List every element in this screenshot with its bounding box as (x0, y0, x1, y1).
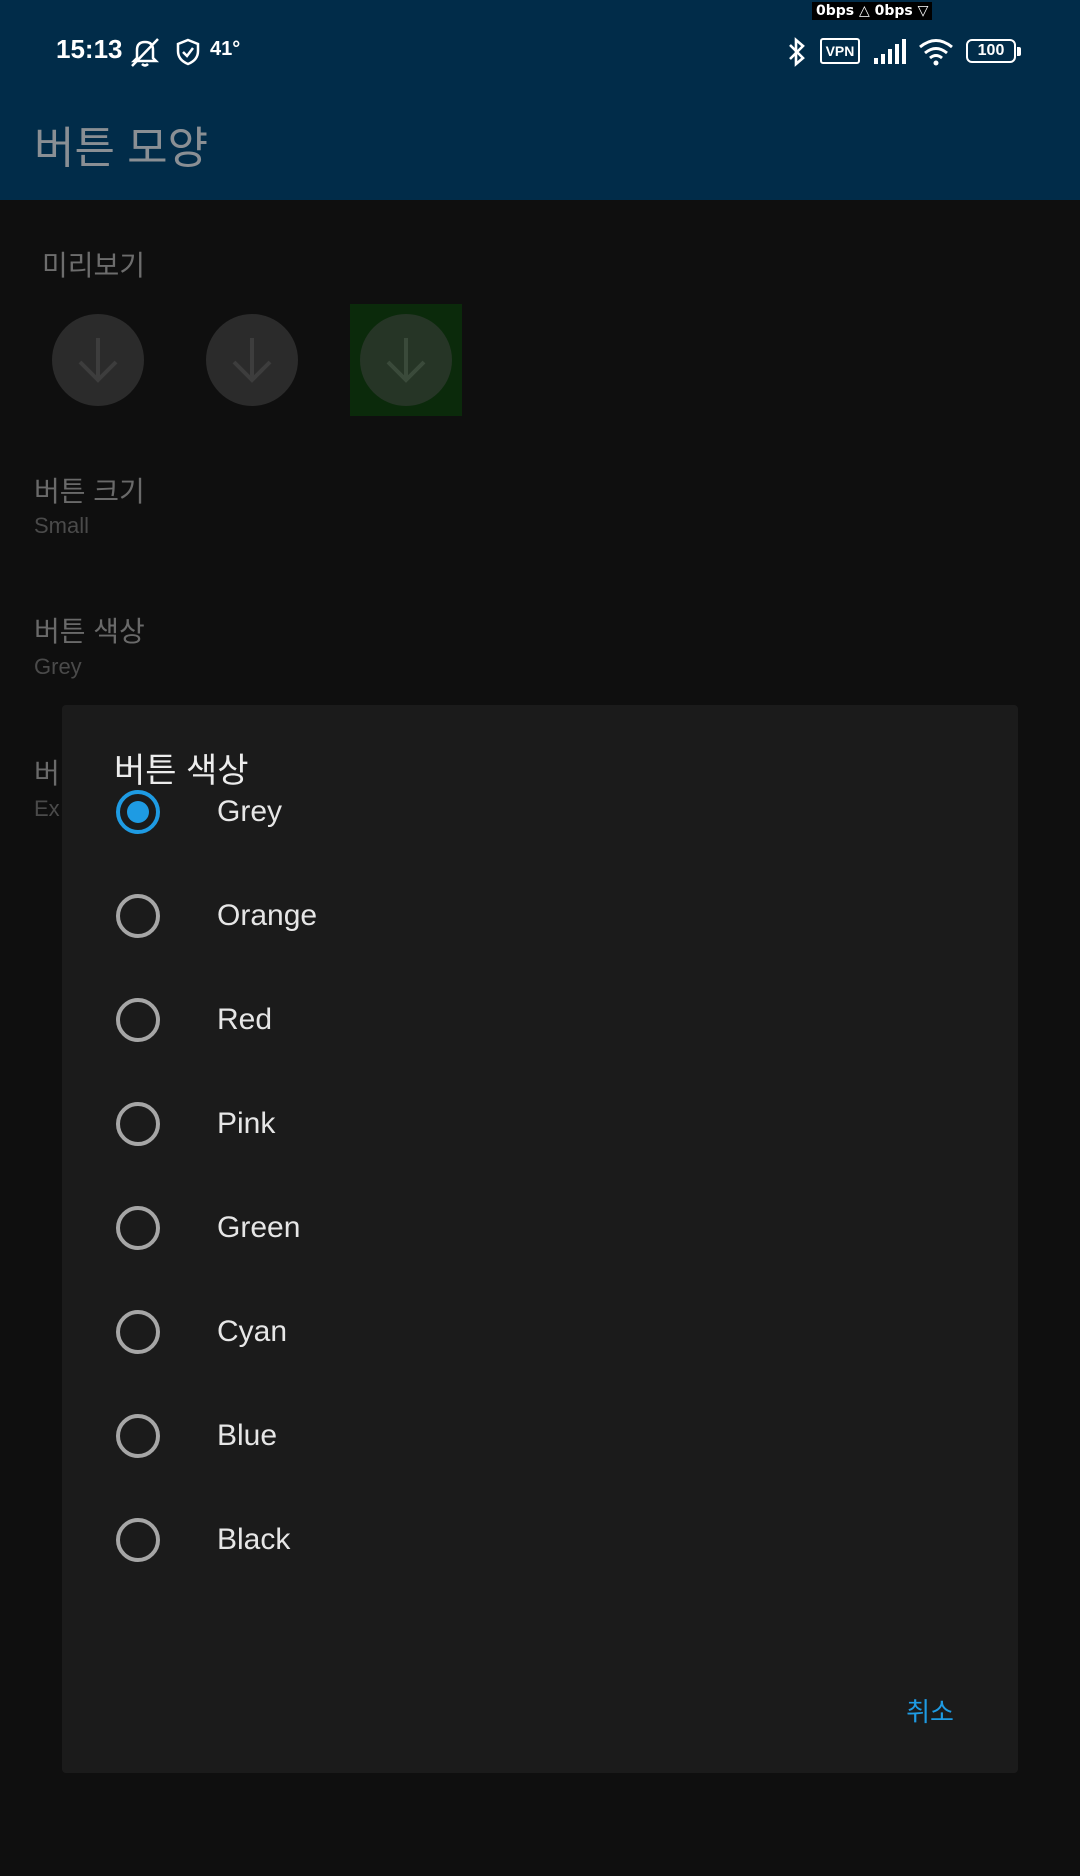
bluetooth-icon (789, 37, 805, 67)
radio-button[interactable] (116, 1414, 160, 1458)
option-cyan[interactable]: Cyan (62, 1280, 1018, 1384)
option-label: Pink (217, 1107, 276, 1140)
cancel-button[interactable]: 취소 (880, 1685, 980, 1739)
temperature: 41° (210, 38, 241, 60)
option-label: Blue (217, 1419, 278, 1452)
page-title: 버튼 모양 (34, 124, 209, 173)
radio-button[interactable] (116, 790, 160, 834)
option-label: Black (217, 1523, 291, 1556)
shield-icon (176, 38, 200, 66)
option-green[interactable]: Green (62, 1176, 1018, 1280)
cellular-signal-icon (874, 39, 906, 64)
radio-button[interactable] (116, 998, 160, 1042)
option-pink[interactable]: Pink (62, 1072, 1018, 1176)
clock: 15:13 (56, 34, 123, 64)
option-red[interactable]: Red (62, 968, 1018, 1072)
network-speed: 0bps △ 0bps ▽ (812, 2, 933, 20)
option-label: Cyan (217, 1315, 288, 1348)
preview-section-label: 미리보기 (42, 250, 146, 281)
preview-button-1 (52, 314, 144, 406)
button-size-summary: Small (34, 513, 90, 538)
option-black[interactable]: Black (62, 1488, 1018, 1592)
radio-button[interactable] (116, 1102, 160, 1146)
wifi-icon (919, 39, 953, 66)
button-color-title: 버튼 색상 (34, 616, 145, 647)
option-orange[interactable]: Orange (62, 864, 1018, 968)
radio-button[interactable] (116, 1206, 160, 1250)
download-icon (232, 338, 272, 383)
option-label: Red (217, 1003, 273, 1036)
option-label: Green (217, 1211, 301, 1244)
vpn-icon: VPN (820, 38, 860, 64)
option-label: Orange (217, 899, 318, 932)
preview-button-3 (360, 314, 452, 406)
preview-button-2 (206, 314, 298, 406)
download-icon (386, 338, 426, 383)
radio-button[interactable] (116, 894, 160, 938)
option-label: Grey (217, 795, 283, 828)
button-color-summary: Grey (34, 654, 82, 679)
color-picker-dialog: 버튼 색상 Grey Orange Red Pink Green Cyan Bl… (62, 705, 1018, 1773)
status-bar: 0bps △ 0bps ▽ 15:13 41° VPN 100 (0, 0, 1080, 80)
third-pref-title: 버 (34, 758, 60, 789)
app-bar: 버튼 모양 (0, 80, 1080, 200)
battery-icon: 100 (966, 39, 1021, 63)
option-blue[interactable]: Blue (62, 1384, 1018, 1488)
radio-button[interactable] (116, 1518, 160, 1562)
muted-bell-icon (130, 38, 160, 67)
option-grey[interactable]: Grey (62, 760, 1018, 864)
button-size-title: 버튼 크기 (34, 476, 145, 507)
radio-button[interactable] (116, 1310, 160, 1354)
download-icon (78, 338, 118, 383)
third-pref-summary: Ex (34, 796, 60, 821)
